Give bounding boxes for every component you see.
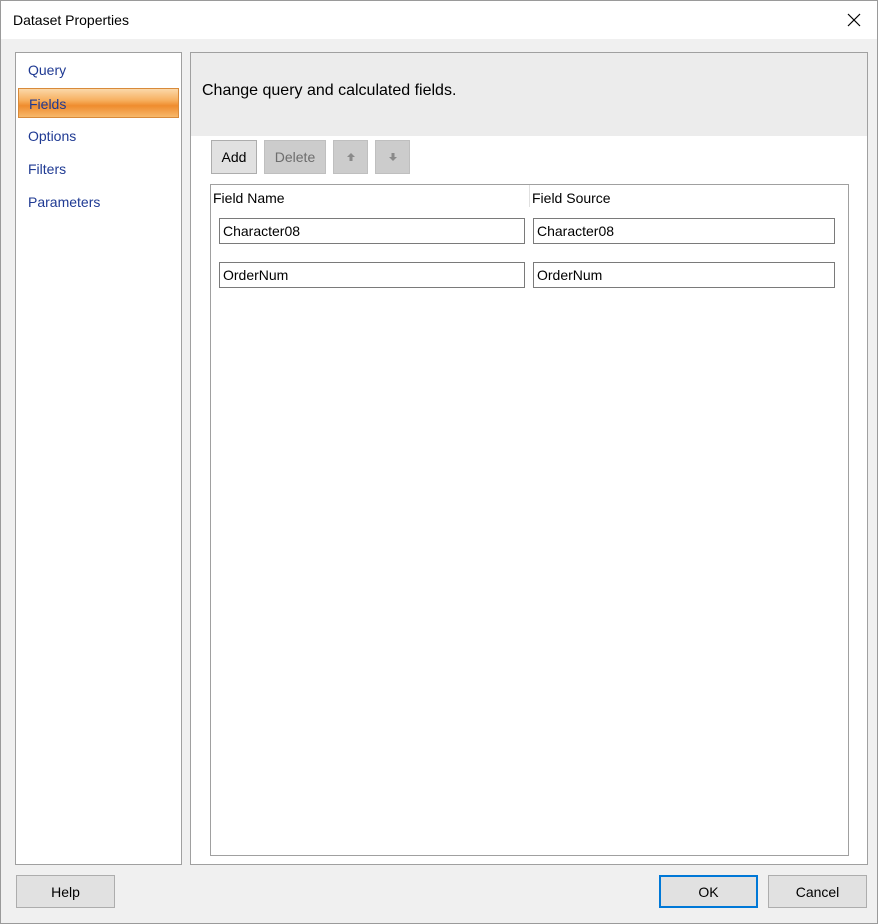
window-title: Dataset Properties: [13, 12, 129, 28]
fields-grid: Field Name Field Source: [210, 184, 849, 856]
field-source-input[interactable]: [533, 262, 835, 288]
sidebar-item-fields[interactable]: Fields: [18, 88, 179, 118]
sidebar-item-options[interactable]: Options: [18, 121, 179, 151]
arrow-up-icon: [346, 153, 355, 161]
move-down-button[interactable]: [375, 140, 410, 174]
cancel-button[interactable]: Cancel: [768, 875, 867, 908]
close-icon: [847, 13, 861, 27]
fields-panel: Change query and calculated fields. Add …: [190, 52, 868, 865]
close-button[interactable]: [831, 1, 877, 39]
field-name-input[interactable]: [219, 218, 525, 244]
arrow-down-icon: [388, 153, 397, 161]
column-separator: [529, 185, 530, 207]
sidebar-nav: Query Fields Options Filters Parameters: [15, 52, 182, 865]
move-up-button[interactable]: [333, 140, 368, 174]
dataset-properties-dialog: Dataset Properties Query Fields Options …: [0, 0, 878, 924]
help-button[interactable]: Help: [16, 875, 115, 908]
sidebar-item-parameters[interactable]: Parameters: [18, 187, 179, 217]
add-button[interactable]: Add: [211, 140, 257, 174]
ok-button[interactable]: OK: [659, 875, 758, 908]
field-source-input[interactable]: [533, 218, 835, 244]
sidebar-item-query[interactable]: Query: [18, 55, 179, 85]
panel-description: Change query and calculated fields.: [202, 82, 457, 99]
delete-button[interactable]: Delete: [264, 140, 326, 174]
sidebar-item-filters[interactable]: Filters: [18, 154, 179, 184]
title-bar: Dataset Properties: [1, 1, 877, 39]
field-name-input[interactable]: [219, 262, 525, 288]
column-header-field-source: Field Source: [532, 190, 611, 206]
panel-header: Change query and calculated fields.: [191, 53, 867, 136]
column-header-field-name: Field Name: [213, 190, 285, 206]
